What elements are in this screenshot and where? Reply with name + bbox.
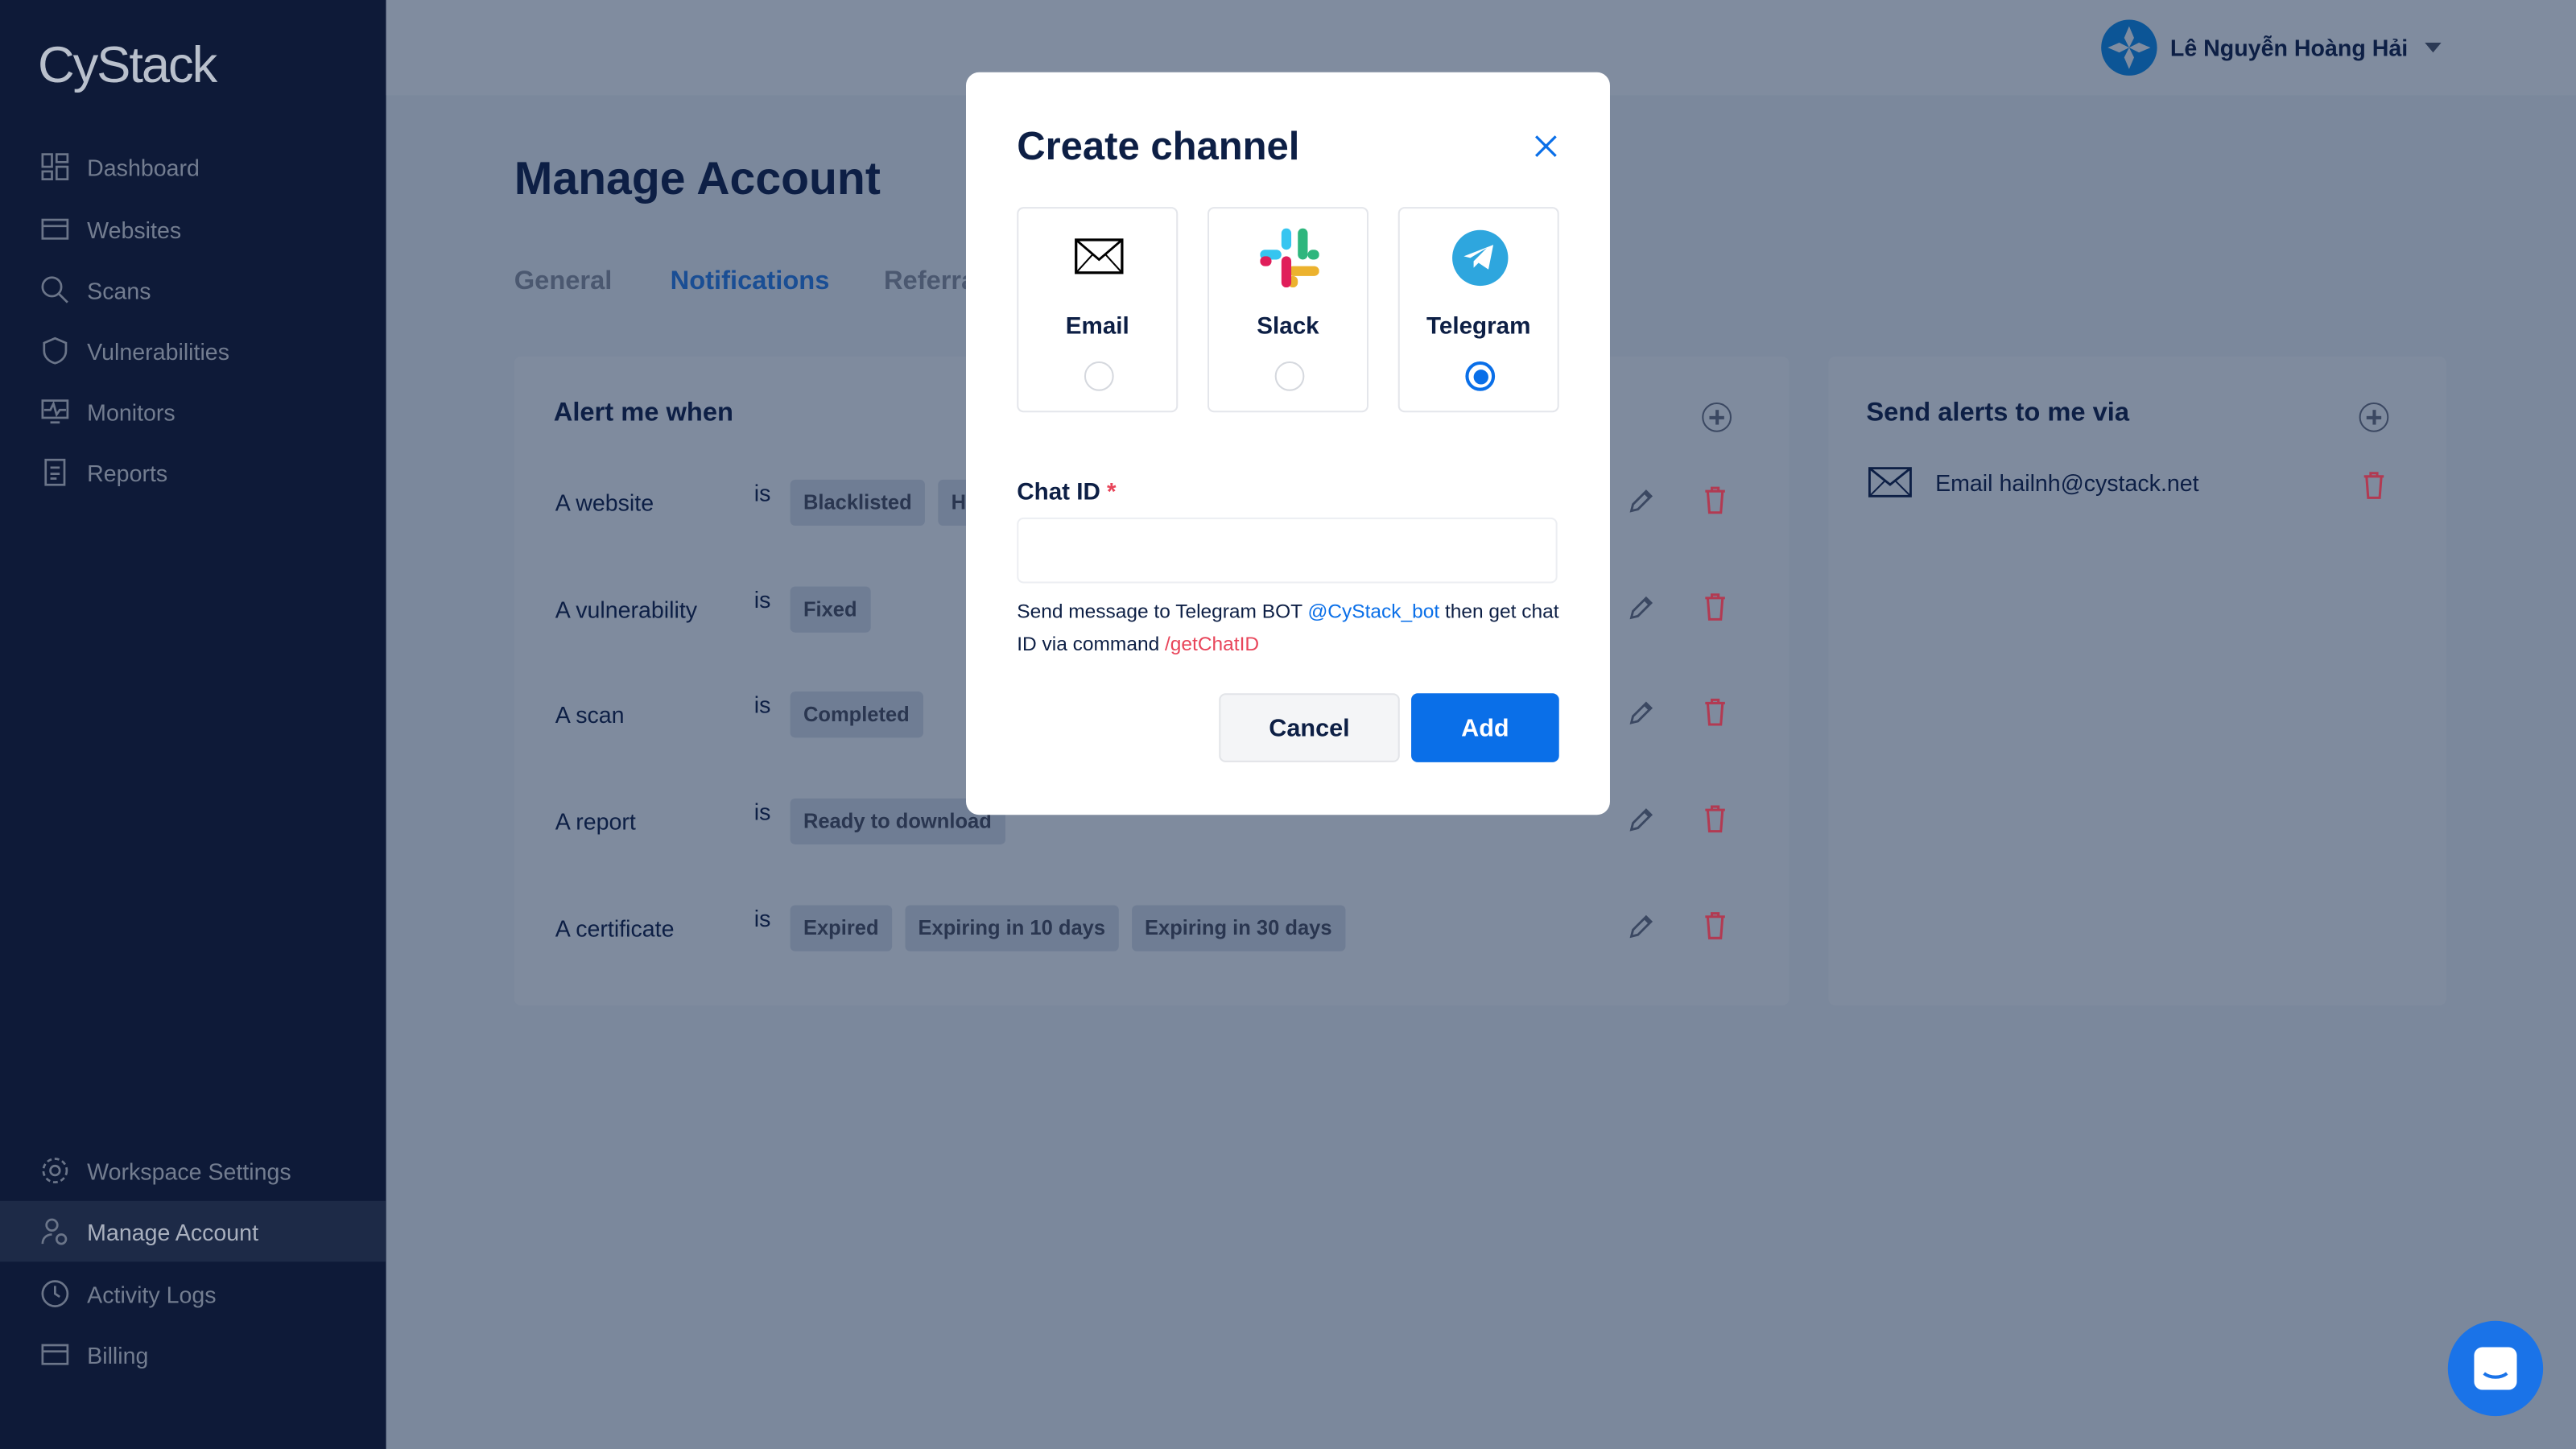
- chat-launcher-button[interactable]: [2447, 1320, 2544, 1417]
- send-via-card: Send alerts to me via Email hailnh@cysta…: [1828, 356, 2446, 1005]
- sidebar-item-dashboard[interactable]: Dashboard: [0, 136, 386, 197]
- sidebar-item-scans[interactable]: Scans: [0, 259, 386, 320]
- shield-icon: [43, 336, 68, 365]
- slack-icon: [1260, 228, 1319, 288]
- add-alert-button[interactable]: [1702, 402, 1732, 432]
- monitor-icon: [41, 399, 69, 424]
- delete-icon[interactable]: [1702, 696, 1728, 726]
- add-button[interactable]: Add: [1411, 693, 1559, 762]
- edit-icon[interactable]: [1626, 593, 1656, 623]
- status-tag: Expiring in 30 days: [1131, 905, 1345, 952]
- chat-icon: [2474, 1347, 2517, 1390]
- card-icon: [41, 1344, 69, 1365]
- browser-icon: [41, 218, 69, 240]
- chat-id-label: Chat ID *: [1017, 479, 1117, 506]
- edit-icon[interactable]: [1626, 698, 1656, 728]
- alert-card-title: Alert me when: [553, 398, 733, 427]
- slack-radio[interactable]: [1274, 361, 1305, 391]
- user-gear-icon: [41, 1218, 68, 1245]
- channel-option-telegram[interactable]: Telegram: [1397, 207, 1559, 413]
- envelope-icon: [1868, 467, 1912, 497]
- logo: CyStack: [37, 35, 217, 94]
- user-menu[interactable]: Lê Nguyễn Hoàng Hải: [2101, 19, 2441, 76]
- sidebar: CyStack Dashboard Websites Scans Vulnera…: [0, 0, 386, 1449]
- envelope-icon: [1075, 238, 1124, 275]
- add-channel-button[interactable]: [2359, 402, 2389, 432]
- is-label: is: [753, 691, 771, 718]
- status-tag: Fixed: [790, 586, 870, 633]
- bot-link[interactable]: @CyStack_bot: [1307, 600, 1439, 623]
- sidebar-item-monitors[interactable]: Monitors: [0, 381, 386, 442]
- avatar: [2101, 19, 2157, 76]
- status-tag: Expiring in 10 days: [905, 905, 1119, 952]
- tab-notifications[interactable]: Notifications: [671, 268, 830, 298]
- channel-item: Email hailnh@cystack.net: [1868, 467, 2199, 498]
- edit-icon[interactable]: [1626, 805, 1656, 835]
- alert-subject: A certificate: [555, 914, 675, 942]
- sidebar-item-vulnerabilities[interactable]: Vulnerabilities: [0, 320, 386, 382]
- delete-icon[interactable]: [1702, 485, 1728, 514]
- page-title: Manage Account: [514, 152, 881, 204]
- telegram-radio[interactable]: [1465, 361, 1496, 391]
- alert-subject: A report: [555, 808, 636, 835]
- email-radio[interactable]: [1084, 361, 1114, 391]
- delete-channel-icon[interactable]: [2361, 470, 2388, 500]
- delete-icon[interactable]: [1702, 803, 1728, 833]
- sidebar-item-websites[interactable]: Websites: [0, 199, 386, 260]
- is-label: is: [753, 586, 771, 613]
- sidebar-item-manage-account[interactable]: Manage Account: [0, 1200, 386, 1262]
- chat-id-input[interactable]: [1017, 517, 1558, 584]
- tab-general[interactable]: General: [514, 268, 613, 298]
- chat-id-hint: Send message to Telegram BOT @CyStack_bo…: [1017, 599, 1559, 656]
- clock-icon: [41, 1280, 69, 1307]
- status-tag: Expired: [790, 905, 892, 952]
- chevron-down-icon: [2424, 43, 2441, 53]
- dashboard-icon: [41, 153, 69, 181]
- close-icon[interactable]: [1534, 134, 1558, 158]
- alert-subject: A scan: [555, 701, 625, 729]
- alert-subject: A website: [555, 489, 654, 516]
- delete-icon[interactable]: [1702, 592, 1728, 621]
- sidebar-item-activity-logs[interactable]: Activity Logs: [0, 1263, 386, 1324]
- is-label: is: [753, 479, 771, 506]
- edit-icon[interactable]: [1626, 486, 1656, 516]
- edit-icon[interactable]: [1626, 912, 1656, 942]
- modal-title: Create channel: [1017, 125, 1300, 170]
- alert-row: A certificate is Expired Expiring in 10 d…: [555, 905, 1788, 954]
- cancel-button[interactable]: Cancel: [1219, 693, 1400, 762]
- status-tag: Blacklisted: [790, 479, 926, 526]
- send-via-title: Send alerts to me via: [1866, 398, 2130, 427]
- status-tag: Completed: [790, 691, 923, 738]
- is-label: is: [753, 798, 771, 825]
- channel-option-slack[interactable]: Slack: [1207, 207, 1368, 413]
- create-channel-modal: Create channel Email Slack Telegram Chat…: [965, 72, 1610, 815]
- sidebar-item-workspace-settings[interactable]: Workspace Settings: [0, 1140, 386, 1201]
- report-icon: [44, 458, 66, 486]
- sidebar-item-reports[interactable]: Reports: [0, 442, 386, 503]
- scan-icon: [41, 276, 68, 303]
- is-label: is: [753, 905, 771, 932]
- sidebar-item-billing[interactable]: Billing: [0, 1324, 386, 1385]
- gear-icon: [42, 1158, 68, 1183]
- channel-option-email[interactable]: Email: [1017, 207, 1179, 413]
- telegram-icon: [1452, 229, 1509, 287]
- user-name: Lê Nguyễn Hoàng Hải: [2169, 34, 2409, 61]
- alert-subject: A vulnerability: [555, 596, 698, 623]
- delete-icon[interactable]: [1702, 910, 1728, 940]
